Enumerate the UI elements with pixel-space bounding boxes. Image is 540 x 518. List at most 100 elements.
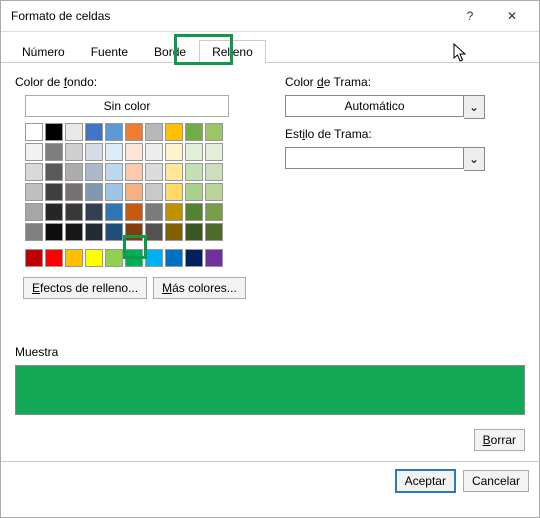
- color-swatch[interactable]: [25, 163, 43, 181]
- color-swatch[interactable]: [205, 123, 223, 141]
- pattern-color-select[interactable]: Automático ⌄: [285, 95, 485, 119]
- color-swatch[interactable]: [125, 203, 143, 221]
- color-swatch[interactable]: [105, 123, 123, 141]
- tab-borde[interactable]: Borde: [141, 40, 199, 63]
- color-swatch[interactable]: [25, 143, 43, 161]
- theme-color-palette: [25, 123, 265, 267]
- color-swatch[interactable]: [205, 203, 223, 221]
- tab-relleno[interactable]: Relleno: [199, 40, 266, 63]
- close-button[interactable]: ✕: [491, 2, 533, 30]
- clear-button[interactable]: Borrar: [474, 429, 525, 451]
- color-swatch[interactable]: [165, 203, 183, 221]
- color-swatch[interactable]: [25, 249, 43, 267]
- chevron-down-icon: ⌄: [464, 147, 485, 171]
- color-swatch[interactable]: [125, 123, 143, 141]
- color-swatch[interactable]: [105, 223, 123, 241]
- color-swatch[interactable]: [45, 223, 63, 241]
- fill-effects-button[interactable]: Efectos de relleno...: [23, 277, 147, 299]
- color-swatch[interactable]: [145, 223, 163, 241]
- color-swatch[interactable]: [25, 223, 43, 241]
- color-swatch[interactable]: [85, 123, 103, 141]
- color-swatch[interactable]: [205, 163, 223, 181]
- color-swatch[interactable]: [145, 143, 163, 161]
- color-swatch[interactable]: [25, 183, 43, 201]
- background-color-label: Color de fondo:: [15, 75, 265, 89]
- color-swatch[interactable]: [25, 203, 43, 221]
- color-swatch[interactable]: [125, 223, 143, 241]
- tab-bar: Número Fuente Borde Relleno: [1, 36, 539, 63]
- color-swatch[interactable]: [145, 249, 163, 267]
- separator: [1, 461, 539, 462]
- cancel-button[interactable]: Cancelar: [463, 470, 529, 492]
- pattern-color-label: Color de Trama:: [285, 75, 525, 89]
- color-swatch[interactable]: [65, 183, 83, 201]
- tab-fuente[interactable]: Fuente: [78, 40, 141, 63]
- color-swatch[interactable]: [125, 143, 143, 161]
- help-button[interactable]: ?: [449, 2, 491, 30]
- color-swatch[interactable]: [205, 143, 223, 161]
- color-swatch[interactable]: [145, 123, 163, 141]
- standard-color-row: [25, 249, 265, 267]
- color-swatch[interactable]: [45, 143, 63, 161]
- accept-button[interactable]: Aceptar: [396, 470, 455, 492]
- color-swatch[interactable]: [185, 163, 203, 181]
- dialog-title: Formato de celdas: [11, 9, 449, 23]
- color-swatch[interactable]: [185, 123, 203, 141]
- color-swatch[interactable]: [85, 203, 103, 221]
- color-swatch[interactable]: [105, 203, 123, 221]
- tab-content-relleno: Color de fondo: Sin color Efectos de rel…: [1, 63, 539, 462]
- color-swatch[interactable]: [205, 183, 223, 201]
- color-swatch[interactable]: [165, 143, 183, 161]
- no-color-button[interactable]: Sin color: [25, 95, 229, 117]
- color-swatch[interactable]: [165, 223, 183, 241]
- color-swatch[interactable]: [165, 249, 183, 267]
- tab-numero[interactable]: Número: [9, 40, 78, 63]
- color-swatch[interactable]: [105, 249, 123, 267]
- pattern-style-select[interactable]: ⌄: [285, 147, 485, 171]
- chevron-down-icon: ⌄: [464, 95, 485, 119]
- color-swatch[interactable]: [65, 143, 83, 161]
- sample-preview: [15, 365, 525, 415]
- color-swatch[interactable]: [125, 183, 143, 201]
- color-swatch[interactable]: [145, 203, 163, 221]
- color-swatch[interactable]: [105, 183, 123, 201]
- color-swatch[interactable]: [185, 183, 203, 201]
- color-swatch[interactable]: [45, 203, 63, 221]
- color-swatch[interactable]: [85, 223, 103, 241]
- color-swatch[interactable]: [65, 223, 83, 241]
- color-swatch[interactable]: [125, 249, 143, 267]
- titlebar: Formato de celdas ? ✕: [1, 1, 539, 32]
- color-swatch[interactable]: [85, 143, 103, 161]
- color-swatch[interactable]: [25, 123, 43, 141]
- color-swatch[interactable]: [85, 183, 103, 201]
- color-swatch[interactable]: [65, 203, 83, 221]
- color-swatch[interactable]: [165, 123, 183, 141]
- dialog-buttons: Aceptar Cancelar: [1, 462, 539, 500]
- color-swatch[interactable]: [65, 123, 83, 141]
- color-swatch[interactable]: [85, 249, 103, 267]
- color-swatch[interactable]: [205, 249, 223, 267]
- color-swatch[interactable]: [205, 223, 223, 241]
- color-swatch[interactable]: [105, 163, 123, 181]
- color-swatch[interactable]: [65, 249, 83, 267]
- color-swatch[interactable]: [125, 163, 143, 181]
- color-swatch[interactable]: [85, 163, 103, 181]
- color-swatch[interactable]: [45, 123, 63, 141]
- color-swatch[interactable]: [45, 163, 63, 181]
- color-swatch[interactable]: [185, 249, 203, 267]
- color-swatch[interactable]: [145, 183, 163, 201]
- color-swatch[interactable]: [185, 223, 203, 241]
- more-colors-button[interactable]: Más colores...: [153, 277, 246, 299]
- color-swatch[interactable]: [45, 183, 63, 201]
- help-icon: ?: [467, 9, 474, 23]
- sample-label: Muestra: [15, 345, 525, 359]
- color-swatch[interactable]: [65, 163, 83, 181]
- color-swatch[interactable]: [45, 249, 63, 267]
- color-swatch[interactable]: [185, 143, 203, 161]
- color-swatch[interactable]: [145, 163, 163, 181]
- color-swatch[interactable]: [165, 163, 183, 181]
- format-cells-dialog: Formato de celdas ? ✕ Número Fuente Bord…: [0, 0, 540, 518]
- color-swatch[interactable]: [105, 143, 123, 161]
- color-swatch[interactable]: [165, 183, 183, 201]
- color-swatch[interactable]: [185, 203, 203, 221]
